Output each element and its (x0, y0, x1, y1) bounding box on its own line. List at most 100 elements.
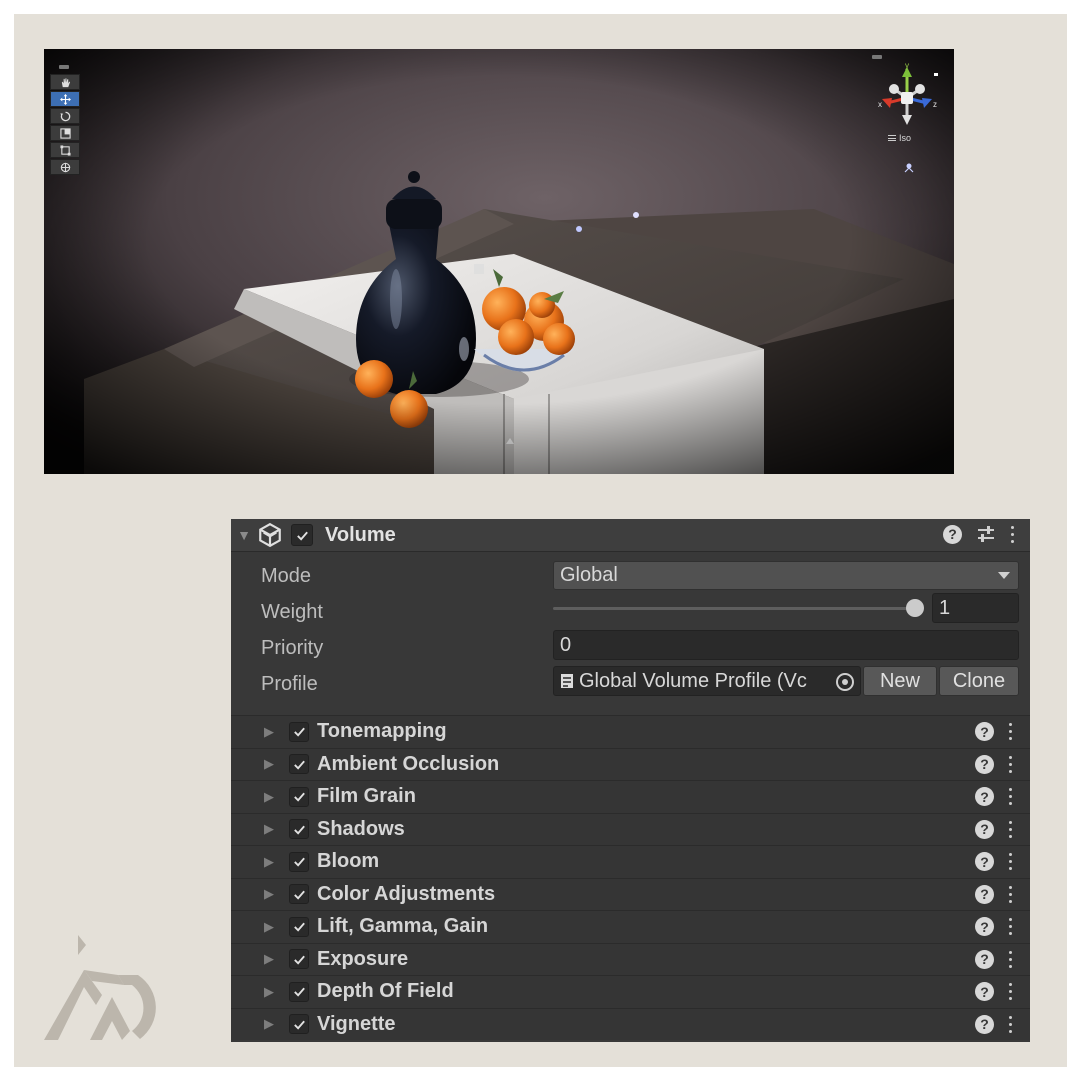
expand-arrow-icon[interactable]: ▶ (257, 886, 281, 902)
override-name: Exposure (317, 947, 409, 970)
override-name: Film Grain (317, 785, 416, 808)
help-icon[interactable]: ? (975, 982, 994, 1001)
expand-arrow-icon[interactable]: ▶ (257, 724, 281, 740)
override-name: Bloom (317, 850, 380, 873)
expand-arrow-icon[interactable]: ▶ (257, 854, 281, 870)
override-row[interactable]: ▶ Tonemapping? (231, 715, 1030, 748)
expand-arrow-icon[interactable]: ▶ (257, 789, 281, 805)
help-icon[interactable]: ? (975, 754, 994, 774)
priority-value: 0 (560, 633, 572, 656)
help-icon[interactable]: ? (975, 787, 994, 806)
override-name: Lift, Gamma, Gain (317, 915, 489, 938)
override-name: Tonemapping (317, 720, 447, 743)
help-icon[interactable]: ? (975, 949, 994, 969)
help-icon[interactable]: ? (975, 819, 994, 839)
expand-arrow-icon[interactable]: ▶ (257, 756, 281, 772)
override-enabled-checkbox[interactable] (289, 754, 309, 775)
help-icon[interactable]: ? (943, 524, 962, 544)
override-enabled-checkbox[interactable] (289, 916, 309, 937)
axis-gizmo-icon (882, 67, 938, 125)
expand-arrow-icon[interactable]: ▶ (257, 919, 281, 935)
priority-label: Priority (261, 636, 324, 659)
override-menu-icon[interactable] (1008, 918, 1012, 935)
expand-arrow-icon[interactable]: ▶ (257, 1016, 281, 1032)
weight-slider-track[interactable] (553, 607, 915, 610)
override-enabled-checkbox[interactable] (289, 949, 309, 970)
override-menu-icon[interactable] (1008, 950, 1012, 968)
priority-input[interactable]: 0 (553, 630, 1019, 660)
scale-tool[interactable] (50, 125, 80, 141)
help-icon[interactable]: ? (975, 722, 994, 741)
weight-slider-thumb[interactable] (906, 599, 924, 617)
clone-profile-button[interactable]: Clone (939, 666, 1019, 696)
foldout-arrow-icon[interactable]: ▼ (231, 527, 257, 543)
override-actions: ? (975, 949, 1012, 969)
override-row[interactable]: ▶ Vignette? (231, 1007, 1030, 1040)
override-name: Color Adjustments (317, 882, 496, 905)
rect-tool[interactable] (50, 142, 80, 158)
override-menu-icon[interactable] (1008, 885, 1012, 903)
menu-bars-icon (888, 135, 896, 141)
override-actions: ? (975, 852, 1012, 871)
volume-properties: Mode Global Weight 1 Priority 0 Profile (231, 552, 1030, 712)
override-row[interactable]: ▶ Color Adjustments? (231, 877, 1030, 910)
override-row[interactable]: ▶ Ambient Occlusion? (231, 747, 1030, 780)
checkmark-icon (293, 825, 305, 835)
projection-label: Iso (899, 133, 912, 143)
checkmark-icon (293, 727, 305, 737)
scene-view[interactable]: y x z Iso (44, 49, 954, 474)
new-profile-button[interactable]: New (863, 666, 937, 696)
rotate-tool[interactable] (50, 108, 80, 124)
override-enabled-checkbox[interactable] (289, 851, 309, 872)
move-icon (59, 93, 71, 105)
expand-arrow-icon[interactable]: ▶ (257, 821, 281, 837)
component-enabled-checkbox[interactable] (291, 524, 313, 546)
profile-object-field[interactable]: Global Volume Profile (Vc (553, 666, 861, 696)
override-row[interactable]: ▶ Depth Of Field? (231, 975, 1030, 1008)
expand-arrow-icon[interactable]: ▶ (257, 951, 281, 967)
help-icon[interactable]: ? (975, 852, 994, 871)
override-name: Ambient Occlusion (317, 752, 500, 775)
gizmo-grip[interactable] (872, 55, 882, 59)
override-row[interactable]: ▶ Exposure? (231, 942, 1030, 975)
override-menu-icon[interactable] (1008, 853, 1012, 870)
override-enabled-checkbox[interactable] (289, 981, 309, 1002)
profile-row: Profile (261, 669, 318, 699)
override-enabled-checkbox[interactable] (289, 1014, 309, 1035)
transform-tool[interactable] (50, 159, 80, 175)
override-row[interactable]: ▶ Bloom? (231, 845, 1030, 878)
override-row[interactable]: ▶ Shadows? (231, 812, 1030, 845)
override-menu-icon[interactable] (1008, 983, 1012, 1000)
override-menu-icon[interactable] (1008, 755, 1012, 773)
object-picker-icon[interactable] (836, 673, 854, 691)
help-icon[interactable]: ? (975, 884, 994, 904)
help-icon[interactable]: ? (975, 917, 994, 936)
override-enabled-checkbox[interactable] (289, 819, 309, 840)
presets-sliders-icon[interactable] (976, 524, 996, 544)
override-row[interactable]: ▶ Film Grain? (231, 780, 1030, 813)
hand-tool[interactable] (50, 74, 80, 90)
override-enabled-checkbox[interactable] (289, 884, 309, 905)
override-row[interactable]: ▶ Lift, Gamma, Gain? (231, 910, 1030, 943)
override-actions: ? (975, 917, 1012, 936)
override-menu-icon[interactable] (1008, 1015, 1012, 1033)
component-header[interactable]: ▼ Volume ? (231, 519, 1030, 552)
expand-arrow-icon[interactable]: ▶ (257, 984, 281, 1000)
override-enabled-checkbox[interactable] (289, 786, 309, 807)
weight-input[interactable]: 1 (932, 593, 1019, 623)
move-tool[interactable] (50, 91, 80, 107)
help-icon[interactable]: ? (975, 1014, 994, 1034)
dropdown-arrow-icon (998, 572, 1010, 579)
override-menu-icon[interactable] (1008, 723, 1012, 740)
component-menu-icon[interactable] (1010, 525, 1014, 543)
orientation-gizmo[interactable]: y x z Iso (872, 55, 942, 185)
override-enabled-checkbox[interactable] (289, 721, 309, 742)
mode-dropdown[interactable]: Global (553, 561, 1019, 590)
axis-z-label: z (933, 100, 937, 109)
projection-toggle[interactable]: Iso (888, 133, 911, 143)
toolbar-grip[interactable] (59, 65, 69, 69)
override-actions: ? (975, 884, 1012, 904)
override-menu-icon[interactable] (1008, 820, 1012, 838)
override-menu-icon[interactable] (1008, 788, 1012, 805)
axis-y-label: y (905, 61, 909, 70)
